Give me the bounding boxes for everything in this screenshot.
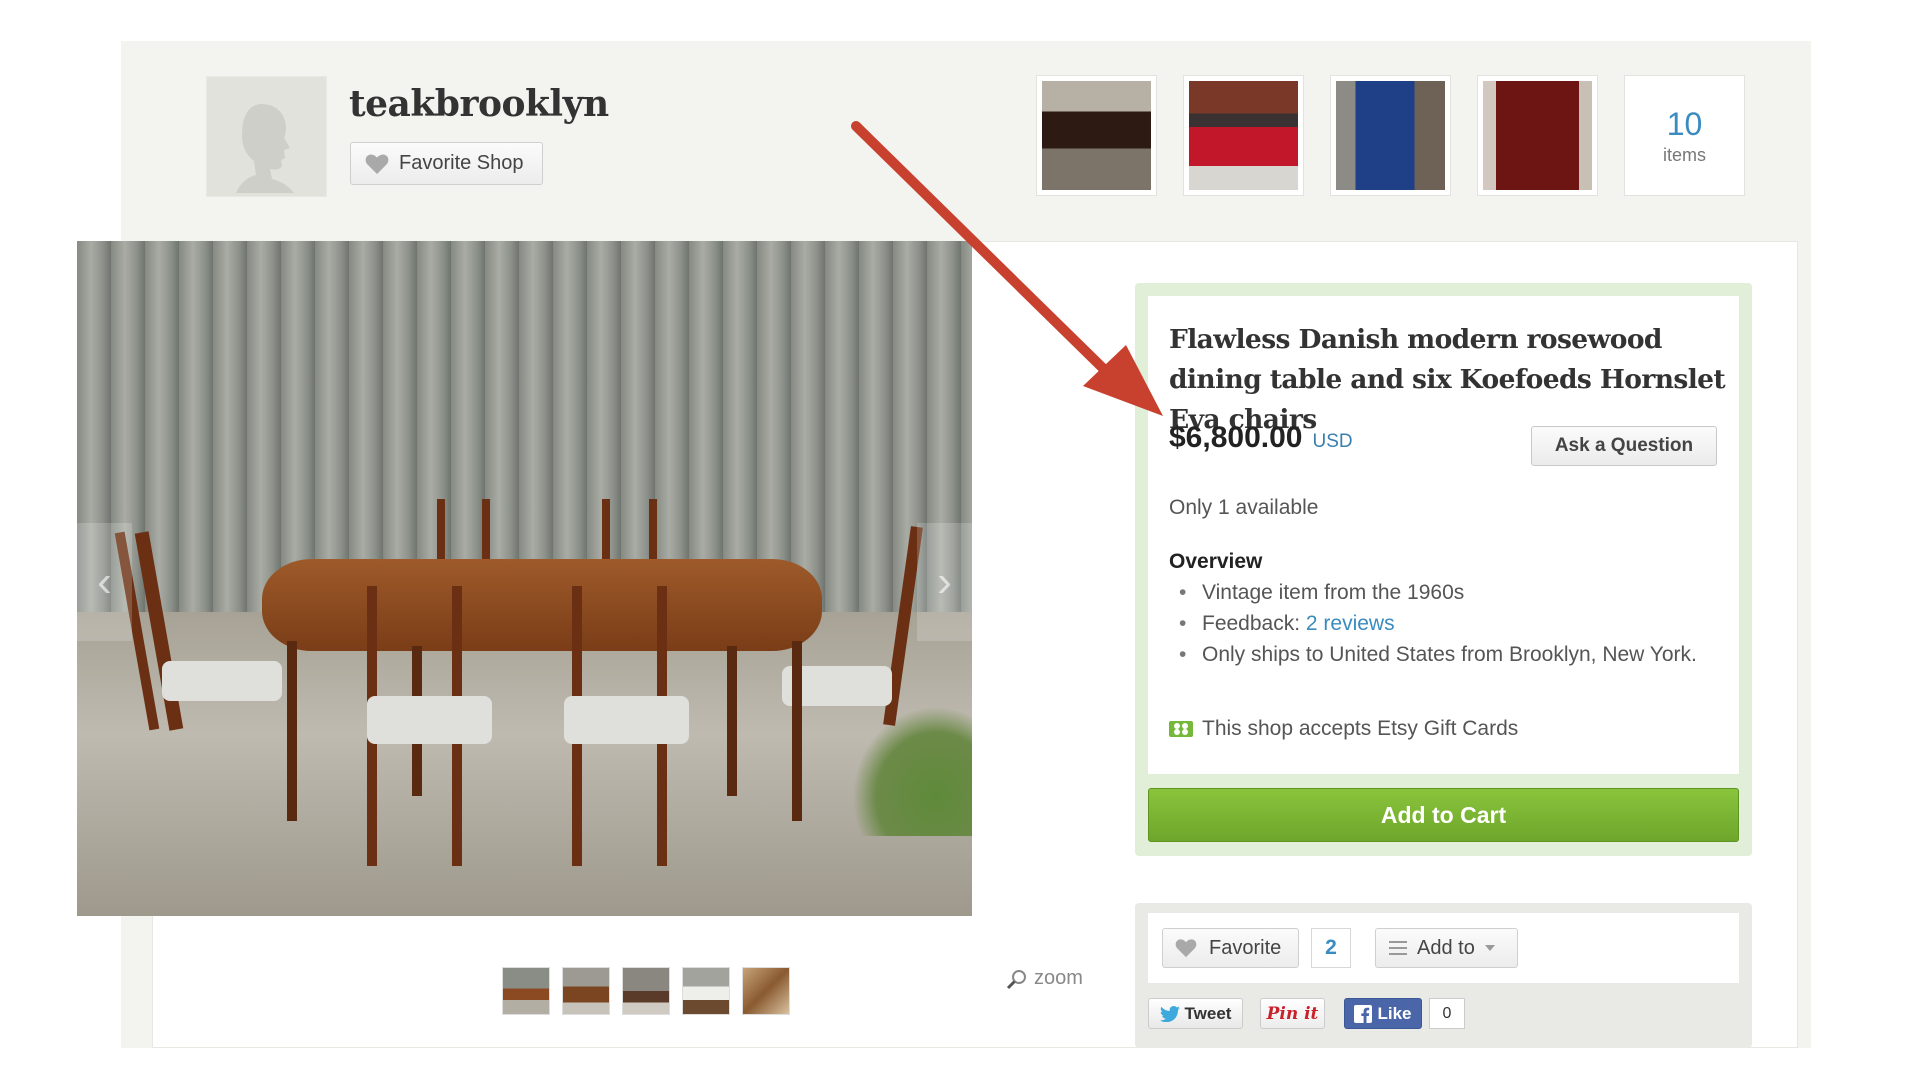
gift-card-icon — [1169, 721, 1193, 737]
feedback-prefix: Feedback: — [1202, 612, 1306, 635]
twitter-bird-icon — [1159, 1005, 1180, 1022]
photo-thumb-1[interactable] — [502, 967, 550, 1015]
shop-thumb-red-sofa[interactable] — [1183, 75, 1304, 196]
buy-box: Flawless Danish modern rosewood dining t… — [1135, 283, 1752, 856]
add-to-label: Add to — [1417, 936, 1475, 959]
heart-icon — [1175, 939, 1197, 958]
silhouette-icon — [235, 104, 294, 193]
overview-list: Vintage item from the 1960s Feedback: 2 … — [1169, 577, 1709, 670]
shop-thumb-coffee-table[interactable] — [1036, 75, 1157, 196]
photo-thumb-4[interactable] — [682, 967, 730, 1015]
overview-vintage: Vintage item from the 1960s — [1169, 577, 1709, 608]
add-to-list-button[interactable]: Add to — [1375, 928, 1518, 968]
chevron-down-icon — [1484, 945, 1495, 951]
shop-name[interactable]: teakbrooklyn — [349, 83, 609, 125]
tweet-button[interactable]: Tweet — [1148, 998, 1243, 1029]
favorite-row: Favorite 2 Add to — [1148, 913, 1739, 983]
list-icon — [1389, 941, 1407, 955]
shop-thumb-rosewood-cabinet[interactable] — [1477, 75, 1598, 196]
photo-thumb-5[interactable] — [742, 967, 790, 1015]
facebook-icon — [1354, 1004, 1373, 1023]
currency-code[interactable]: USD — [1312, 431, 1352, 453]
favorite-shop-label: Favorite Shop — [399, 152, 524, 174]
availability-text: Only 1 available — [1169, 496, 1319, 519]
favorite-shop-button[interactable]: Favorite Shop — [350, 142, 543, 185]
heart-icon — [365, 153, 389, 174]
price-row: $6,800.00 USD — [1169, 421, 1353, 455]
zoom-link[interactable]: zoom — [1006, 967, 1083, 990]
ask-question-button[interactable]: Ask a Question — [1531, 426, 1717, 466]
overview-shipping: Only ships to United States from Brookly… — [1169, 639, 1709, 670]
shop-thumb-blue-armchair[interactable] — [1330, 75, 1451, 196]
shop-avatar[interactable] — [206, 76, 327, 197]
magnifier-icon — [1006, 969, 1026, 989]
gift-card-notice: This shop accepts Etsy Gift Cards — [1169, 717, 1518, 741]
favorite-item-button[interactable]: Favorite — [1162, 928, 1299, 968]
photo-thumb-2[interactable] — [562, 967, 610, 1015]
gift-card-text: This shop accepts Etsy Gift Cards — [1202, 717, 1519, 740]
shop-header: teakbrooklyn Favorite Shop 10 items — [121, 41, 1811, 231]
shop-item-thumbnails: 10 items — [1036, 75, 1745, 196]
overview-heading: Overview — [1169, 550, 1263, 573]
favorite-item-label: Favorite — [1209, 936, 1282, 959]
shop-items-count[interactable]: 10 items — [1624, 75, 1745, 196]
facebook-like-button[interactable]: Like — [1344, 998, 1422, 1029]
photo-next-button[interactable]: › — [917, 523, 972, 641]
photo-thumbnail-strip — [502, 967, 790, 1015]
reviews-link[interactable]: 2 reviews — [1306, 612, 1395, 635]
items-count-label: items — [1662, 144, 1706, 165]
listing-price: $6,800.00 — [1169, 421, 1303, 454]
listing-main-photo[interactable]: ‹ › — [77, 241, 972, 916]
photo-thumb-3[interactable] — [622, 967, 670, 1015]
listing-info: Flawless Danish modern rosewood dining t… — [1148, 296, 1739, 774]
pin-it-button[interactable]: Pin it — [1260, 998, 1325, 1029]
like-count: 0 — [1429, 998, 1465, 1029]
add-to-cart-button[interactable]: Add to Cart — [1148, 788, 1739, 842]
zoom-label: zoom — [1034, 967, 1083, 989]
social-actions: Favorite 2 Add to Tweet Pin it Like 0 — [1135, 903, 1752, 1048]
items-count-number: 10 — [1666, 105, 1703, 142]
favorite-count[interactable]: 2 — [1311, 928, 1351, 968]
like-label: Like — [1377, 1003, 1412, 1023]
tweet-label: Tweet — [1184, 1003, 1232, 1023]
photo-prev-button[interactable]: ‹ — [77, 523, 132, 641]
overview-feedback: Feedback: 2 reviews — [1169, 608, 1709, 639]
